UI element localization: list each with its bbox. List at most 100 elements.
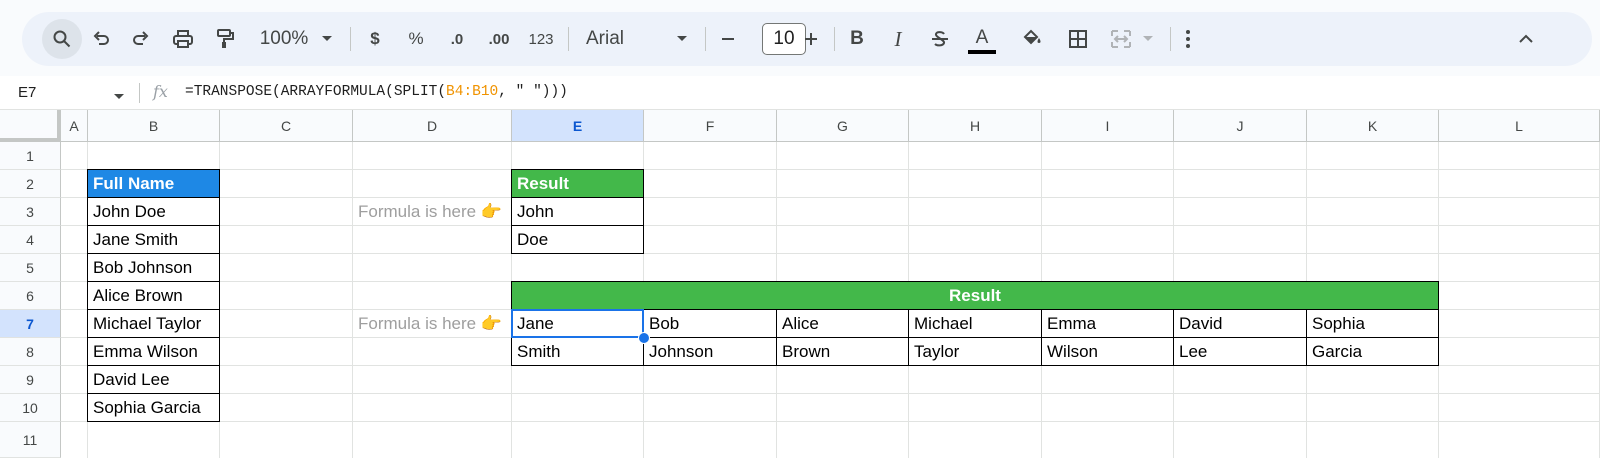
caret-down-icon [677, 36, 687, 41]
zoom-select[interactable]: 100% [254, 12, 314, 66]
number-format-button[interactable]: 123 [525, 12, 557, 66]
font-dropdown[interactable] [672, 12, 692, 66]
minus-icon [722, 38, 734, 40]
chevron-up-icon [1519, 34, 1533, 43]
text-color-icon: A [975, 27, 989, 48]
paint-format-button[interactable] [212, 12, 238, 66]
row-header[interactable]: 5 [0, 254, 61, 282]
column-header[interactable]: F [644, 110, 777, 142]
italic-button[interactable]: I [888, 12, 908, 66]
increase-font-size-button[interactable] [801, 12, 821, 66]
last-name-cell[interactable]: Lee [1173, 337, 1307, 366]
column-header[interactable]: L [1439, 110, 1600, 142]
currency-format-button[interactable]: $ [364, 12, 386, 66]
formula-suffix: , " "))) [498, 84, 568, 100]
paint-format-icon [217, 29, 234, 48]
decrease-font-size-button[interactable] [718, 12, 738, 66]
percent-format-button[interactable]: % [405, 12, 427, 66]
undo-button[interactable] [88, 12, 114, 66]
last-name-cell[interactable]: Johnson [643, 337, 777, 366]
row-header[interactable]: 10 [0, 394, 61, 422]
last-name-cell[interactable]: Brown [776, 337, 909, 366]
row-header[interactable]: 1 [0, 142, 61, 170]
full-name-cell[interactable]: Alice Brown [87, 281, 220, 310]
full-name-cell[interactable]: Jane Smith [87, 225, 220, 254]
full-name-cell[interactable]: Sophia Garcia [87, 393, 220, 422]
last-name-cell[interactable]: Smith [511, 337, 644, 366]
zoom-dropdown[interactable] [317, 12, 337, 66]
font-select[interactable]: Arial [586, 12, 646, 66]
first-name-cell[interactable]: Alice [776, 309, 909, 338]
first-name-cell[interactable]: Bob [643, 309, 777, 338]
column-header[interactable]: C [220, 110, 353, 142]
row-header[interactable]: 9 [0, 366, 61, 394]
collapse-toolbar-button[interactable] [1514, 12, 1538, 66]
merge-cells-button[interactable] [1109, 12, 1133, 66]
full-name-cell[interactable]: John Doe [87, 197, 220, 226]
last-name-cell[interactable]: Taylor [908, 337, 1042, 366]
decrease-decimal-button[interactable]: .0 [442, 12, 472, 66]
italic-icon: I [894, 26, 902, 51]
fill-handle[interactable] [638, 332, 650, 344]
column-header[interactable]: H [909, 110, 1042, 142]
full-name-cell[interactable]: Bob Johnson [87, 253, 220, 282]
spreadsheet-grid[interactable]: A B C D E F G H I J K L 1 2 3 4 5 6 7 8 9 10 11 Full Name John D… [0, 110, 1600, 458]
full-name-cell[interactable]: Emma Wilson [87, 337, 220, 366]
column-header[interactable]: B [88, 110, 220, 142]
row-header[interactable]: 6 [0, 282, 61, 310]
first-name-cell[interactable]: Emma [1041, 309, 1174, 338]
font-size-value: 10 [773, 28, 795, 49]
column-header[interactable]: D [353, 110, 512, 142]
strikethrough-icon [932, 31, 948, 47]
bold-icon: B [850, 28, 864, 49]
text-color-button[interactable]: A [967, 12, 997, 66]
row-header[interactable]: 3 [0, 198, 61, 226]
text-color-swatch [968, 50, 996, 54]
column-header[interactable]: K [1307, 110, 1439, 142]
result-cell[interactable]: John [511, 197, 644, 226]
first-name-cell[interactable]: David [1173, 309, 1307, 338]
font-size-input[interactable]: 10 [762, 23, 806, 55]
column-header[interactable]: I [1042, 110, 1174, 142]
font-name: Arial [586, 28, 625, 49]
formula-bar: E7 fx =TRANSPOSE(ARRAYFORMULA(SPLIT(B4:B… [0, 76, 1600, 110]
borders-button[interactable] [1066, 12, 1090, 66]
name-box-dropdown[interactable] [113, 88, 125, 106]
full-name-cell[interactable]: Michael Taylor [87, 309, 220, 338]
result-cell[interactable]: Doe [511, 225, 644, 254]
first-name-cell[interactable]: Michael [908, 309, 1042, 338]
borders-icon [1069, 30, 1087, 48]
more-options-button[interactable] [1178, 12, 1198, 66]
column-header[interactable]: G [777, 110, 909, 142]
row-header[interactable]: 7 [0, 310, 61, 338]
column-header[interactable]: A [61, 110, 88, 142]
fill-color-button[interactable] [1020, 12, 1044, 66]
row-header[interactable]: 2 [0, 170, 61, 198]
select-all-corner[interactable] [0, 110, 61, 142]
print-button[interactable] [170, 12, 196, 66]
merge-dropdown[interactable] [1140, 12, 1156, 66]
column-header[interactable]: E [512, 110, 644, 142]
first-name-cell[interactable]: Sophia [1306, 309, 1439, 338]
result-header[interactable]: Result [511, 169, 644, 198]
full-name-cell[interactable]: David Lee [87, 365, 220, 394]
bold-button[interactable]: B [847, 12, 867, 66]
formula-note: Formula is here 👉 [358, 202, 502, 221]
row-header[interactable]: 4 [0, 226, 61, 254]
increase-decimal-button[interactable]: .00 [484, 12, 514, 66]
redo-icon [133, 31, 149, 45]
redo-button[interactable] [128, 12, 154, 66]
strikethrough-button[interactable] [928, 12, 952, 66]
last-name-cell[interactable]: Wilson [1041, 337, 1174, 366]
undo-icon [93, 31, 109, 45]
increase-decimal-icon: .00 [488, 30, 510, 48]
full-name-header[interactable]: Full Name [87, 169, 220, 198]
search-menus-button[interactable] [42, 19, 82, 59]
formula-input[interactable]: =TRANSPOSE(ARRAYFORMULA(SPLIT(B4:B10, " … [185, 76, 568, 109]
last-name-cell[interactable]: Garcia [1306, 337, 1439, 366]
column-header[interactable]: J [1174, 110, 1307, 142]
result-header[interactable]: Result [511, 281, 1439, 310]
row-header[interactable]: 8 [0, 338, 61, 366]
row-header[interactable]: 11 [0, 422, 61, 458]
name-box[interactable]: E7 [18, 76, 36, 109]
